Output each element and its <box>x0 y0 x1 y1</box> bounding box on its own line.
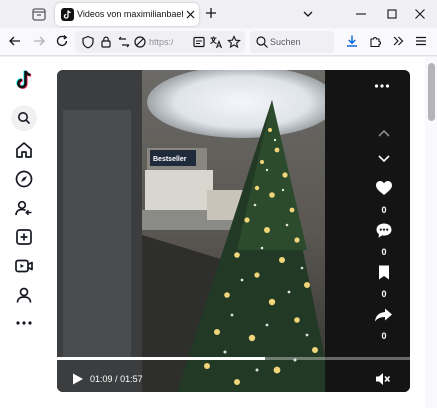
tiktok-logo[interactable] <box>14 69 34 91</box>
mute-icon[interactable] <box>375 372 391 386</box>
reload-icon[interactable] <box>55 34 69 48</box>
chevron-down-icon[interactable] <box>377 154 391 164</box>
profile-icon[interactable] <box>14 285 34 305</box>
time-display: 01:09 / 01:57 <box>90 373 170 385</box>
permissions-icon[interactable] <box>117 35 131 49</box>
extensions-icon[interactable] <box>368 34 382 48</box>
comments-count: 0 <box>381 247 387 257</box>
progress-bar[interactable] <box>57 357 410 360</box>
more-options-icon[interactable] <box>374 82 390 90</box>
search-icon <box>256 36 268 48</box>
tab-title: Videos von maximilianbaehring <box>77 9 183 19</box>
lock-icon[interactable] <box>99 35 113 49</box>
following-icon[interactable] <box>14 198 34 218</box>
new-tab-icon[interactable] <box>205 7 217 19</box>
chevron-down-icon[interactable] <box>302 8 314 20</box>
bookmark-icon[interactable] <box>377 264 391 281</box>
upload-icon[interactable] <box>14 227 34 247</box>
bookmark-star-icon[interactable] <box>227 35 241 49</box>
close-tab-icon[interactable] <box>185 9 196 20</box>
current-time: 01:09 <box>90 374 113 384</box>
page-content: Bestseller 0 0 0 0 01:09 / 01:57 <box>0 57 437 408</box>
shares-count: 0 <box>381 331 387 341</box>
minimize-icon[interactable] <box>355 8 367 20</box>
forward-icon[interactable] <box>32 34 46 48</box>
time-separator: / <box>115 374 118 384</box>
browser-window: Videos von maximilianbaehring <box>0 0 437 408</box>
maximize-icon[interactable] <box>386 8 398 20</box>
duration: 01:57 <box>120 374 143 384</box>
share-icon[interactable] <box>374 307 393 323</box>
search-icon <box>18 112 31 125</box>
reader-mode-icon[interactable] <box>192 35 206 49</box>
hamburger-menu-icon[interactable] <box>414 34 428 48</box>
tracking-off-icon[interactable] <box>133 35 147 49</box>
tiktok-favicon-icon <box>61 8 74 21</box>
sidebar-search-button[interactable] <box>11 105 37 131</box>
progress-fill <box>57 357 266 360</box>
overflow-chevron-icon[interactable] <box>391 34 405 48</box>
svg-text:Bestseller: Bestseller <box>153 156 187 163</box>
search-bar[interactable]: Suchen <box>250 31 334 53</box>
navigation-toolbar: https://w Suchen <box>0 28 437 56</box>
downloads-icon[interactable] <box>345 34 359 48</box>
video-player[interactable]: Bestseller 0 0 0 0 01:09 / 01:57 <box>57 70 410 392</box>
video-frame: Bestseller <box>57 70 410 392</box>
comment-icon[interactable] <box>375 222 393 239</box>
likes-count: 0 <box>381 205 387 215</box>
tab-strip: Videos von maximilianbaehring <box>0 0 437 28</box>
chevron-up-icon[interactable] <box>377 128 391 138</box>
window-close-icon[interactable] <box>414 8 426 20</box>
address-bar[interactable]: https://w <box>75 31 245 53</box>
explore-icon[interactable] <box>14 169 34 189</box>
saves-count: 0 <box>381 289 387 299</box>
like-heart-icon[interactable] <box>375 180 393 196</box>
translate-icon[interactable] <box>209 35 223 49</box>
tab-active[interactable]: Videos von maximilianbaehring <box>55 3 199 26</box>
search-placeholder: Suchen <box>270 37 301 47</box>
more-icon[interactable] <box>14 313 34 333</box>
firefox-view-icon[interactable] <box>30 5 48 23</box>
shield-icon[interactable] <box>81 35 95 49</box>
home-icon[interactable] <box>14 140 34 160</box>
play-icon[interactable] <box>71 372 84 386</box>
url-text: https://w <box>149 37 173 47</box>
live-icon[interactable] <box>14 256 34 276</box>
back-icon[interactable] <box>8 34 22 48</box>
scrollbar-thumb[interactable] <box>428 63 435 121</box>
